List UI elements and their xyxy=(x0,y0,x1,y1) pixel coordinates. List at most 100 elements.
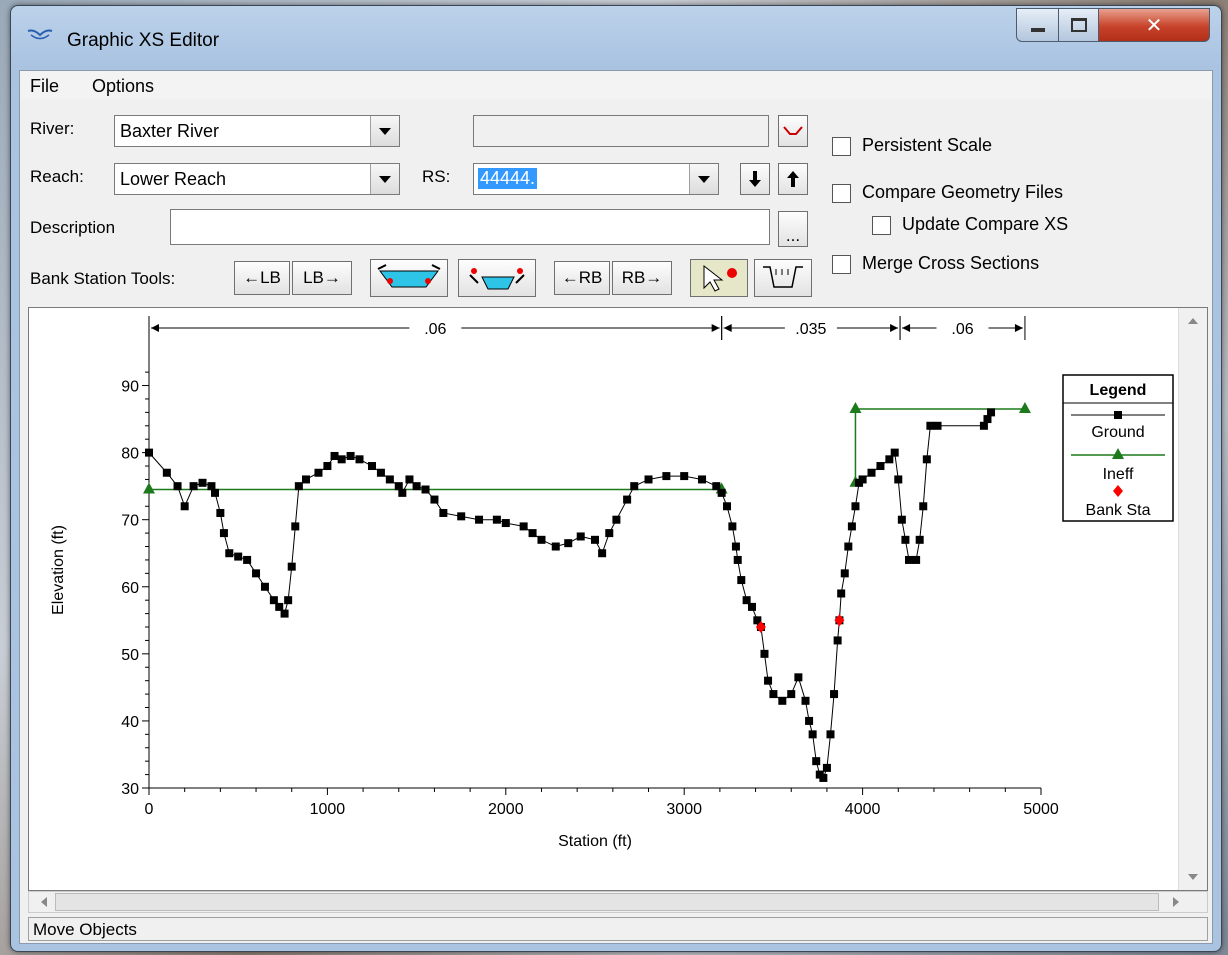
ground-point[interactable] xyxy=(564,539,573,548)
ground-point[interactable] xyxy=(492,515,501,524)
ground-point[interactable] xyxy=(180,502,189,511)
rs-dropdown[interactable]: 44444. xyxy=(473,163,719,195)
ground-point[interactable] xyxy=(301,475,310,484)
reach-dropdown[interactable]: Lower Reach xyxy=(114,163,400,195)
description-input[interactable] xyxy=(170,209,770,245)
ground-point[interactable] xyxy=(922,455,931,464)
channel-edit-tool[interactable] xyxy=(754,259,812,297)
ground-point[interactable] xyxy=(644,475,653,484)
scroll-up-icon[interactable] xyxy=(1179,310,1207,332)
river-dropdown[interactable]: Baxter River xyxy=(114,115,400,147)
ground-point[interactable] xyxy=(216,508,225,517)
widen-banks-button[interactable] xyxy=(370,259,448,297)
ground-point[interactable] xyxy=(731,542,740,551)
persistent-scale-checkbox[interactable] xyxy=(832,137,851,156)
move-objects-tool[interactable] xyxy=(690,259,748,297)
scroll-left-icon[interactable] xyxy=(33,892,55,912)
move-rb-left-button[interactable]: ←RB xyxy=(554,261,610,295)
chevron-down-icon[interactable] xyxy=(689,164,718,194)
move-lb-left-button[interactable]: ←LB xyxy=(234,261,290,295)
plot-xs-button[interactable] xyxy=(778,115,808,147)
ground-point[interactable] xyxy=(457,512,466,521)
menu-file[interactable]: File xyxy=(30,76,59,97)
ground-point[interactable] xyxy=(576,532,585,541)
ground-point[interactable] xyxy=(808,730,817,739)
ground-point[interactable] xyxy=(837,589,846,598)
ground-point[interactable] xyxy=(405,475,414,484)
ground-point[interactable] xyxy=(528,529,537,538)
ground-point[interactable] xyxy=(260,582,269,591)
ground-point[interactable] xyxy=(551,542,560,551)
ground-point[interactable] xyxy=(284,596,293,605)
horizontal-scrollbar[interactable] xyxy=(28,891,1208,913)
ground-point[interactable] xyxy=(219,529,228,538)
ground-point[interactable] xyxy=(912,555,921,564)
ground-point[interactable] xyxy=(291,522,300,531)
ground-point[interactable] xyxy=(826,730,835,739)
ground-point[interactable] xyxy=(833,636,842,645)
next-rs-down-button[interactable] xyxy=(740,163,770,195)
ground-point[interactable] xyxy=(915,535,924,544)
ground-point[interactable] xyxy=(919,502,928,511)
ground-point[interactable] xyxy=(904,555,913,564)
description-ellipsis-button[interactable]: ... xyxy=(778,211,808,247)
ground-point[interactable] xyxy=(211,488,220,497)
scroll-down-icon[interactable] xyxy=(1179,866,1207,888)
ground-point[interactable] xyxy=(252,569,261,578)
ground-point[interactable] xyxy=(591,535,599,544)
ground-point[interactable] xyxy=(812,757,821,766)
ground-point[interactable] xyxy=(769,690,778,699)
ground-point[interactable] xyxy=(337,455,346,464)
cross-section-plot[interactable]: 30 40 50 60 70 80 90 0 1000 2000 3000 4000 5000 Stati… xyxy=(28,307,1208,891)
ground-point[interactable] xyxy=(421,485,430,494)
bank-station-marker[interactable] xyxy=(834,614,845,627)
ground-point[interactable] xyxy=(145,448,153,457)
ground-point[interactable] xyxy=(890,448,899,457)
ground-point[interactable] xyxy=(723,502,732,511)
ground-point[interactable] xyxy=(537,535,546,544)
update-compare-checkbox[interactable] xyxy=(872,216,891,235)
ground-point[interactable] xyxy=(173,482,182,491)
ground-point[interactable] xyxy=(605,529,614,538)
ground-point[interactable] xyxy=(680,472,689,481)
ground-point[interactable] xyxy=(501,519,510,528)
ground-point[interactable] xyxy=(598,549,607,558)
ground-point[interactable] xyxy=(376,468,385,477)
ground-point[interactable] xyxy=(439,508,448,517)
ground-point[interactable] xyxy=(623,495,632,504)
ground-point[interactable] xyxy=(897,515,906,524)
move-rb-right-button[interactable]: RB→ xyxy=(612,261,672,295)
chevron-down-icon[interactable] xyxy=(370,164,399,194)
menu-options[interactable]: Options xyxy=(92,76,154,97)
ground-point[interactable] xyxy=(475,515,484,524)
close-button[interactable]: ✕ xyxy=(1098,8,1210,42)
ground-point[interactable] xyxy=(662,472,671,481)
next-rs-up-button[interactable] xyxy=(778,163,808,195)
ground-point[interactable] xyxy=(876,462,885,471)
ground-point[interactable] xyxy=(198,478,207,487)
ground-point[interactable] xyxy=(234,552,243,561)
ground-point[interactable] xyxy=(189,482,198,491)
ground-point[interactable] xyxy=(314,468,323,477)
ground-point[interactable] xyxy=(430,495,439,504)
ground-point[interactable] xyxy=(519,522,528,531)
ground-point[interactable] xyxy=(330,451,339,460)
ground-point[interactable] xyxy=(858,475,867,484)
ground-point[interactable] xyxy=(294,482,303,491)
ground-point[interactable] xyxy=(840,569,849,578)
ground-point[interactable] xyxy=(926,421,935,430)
ground-point[interactable] xyxy=(280,609,289,618)
ground-point[interactable] xyxy=(747,602,756,611)
ground-point[interactable] xyxy=(794,673,803,682)
ground-point[interactable] xyxy=(764,676,773,685)
chevron-down-icon[interactable] xyxy=(370,116,399,146)
ground-point[interactable] xyxy=(612,515,621,524)
minimize-button[interactable] xyxy=(1016,8,1060,42)
ground-point[interactable] xyxy=(819,773,828,782)
ground-point[interactable] xyxy=(933,421,942,430)
ineff-marker[interactable] xyxy=(849,402,862,414)
ground-point[interactable] xyxy=(851,502,860,511)
ground-point[interactable] xyxy=(830,690,839,699)
ground-point[interactable] xyxy=(801,696,810,705)
ground-point[interactable] xyxy=(412,482,421,491)
